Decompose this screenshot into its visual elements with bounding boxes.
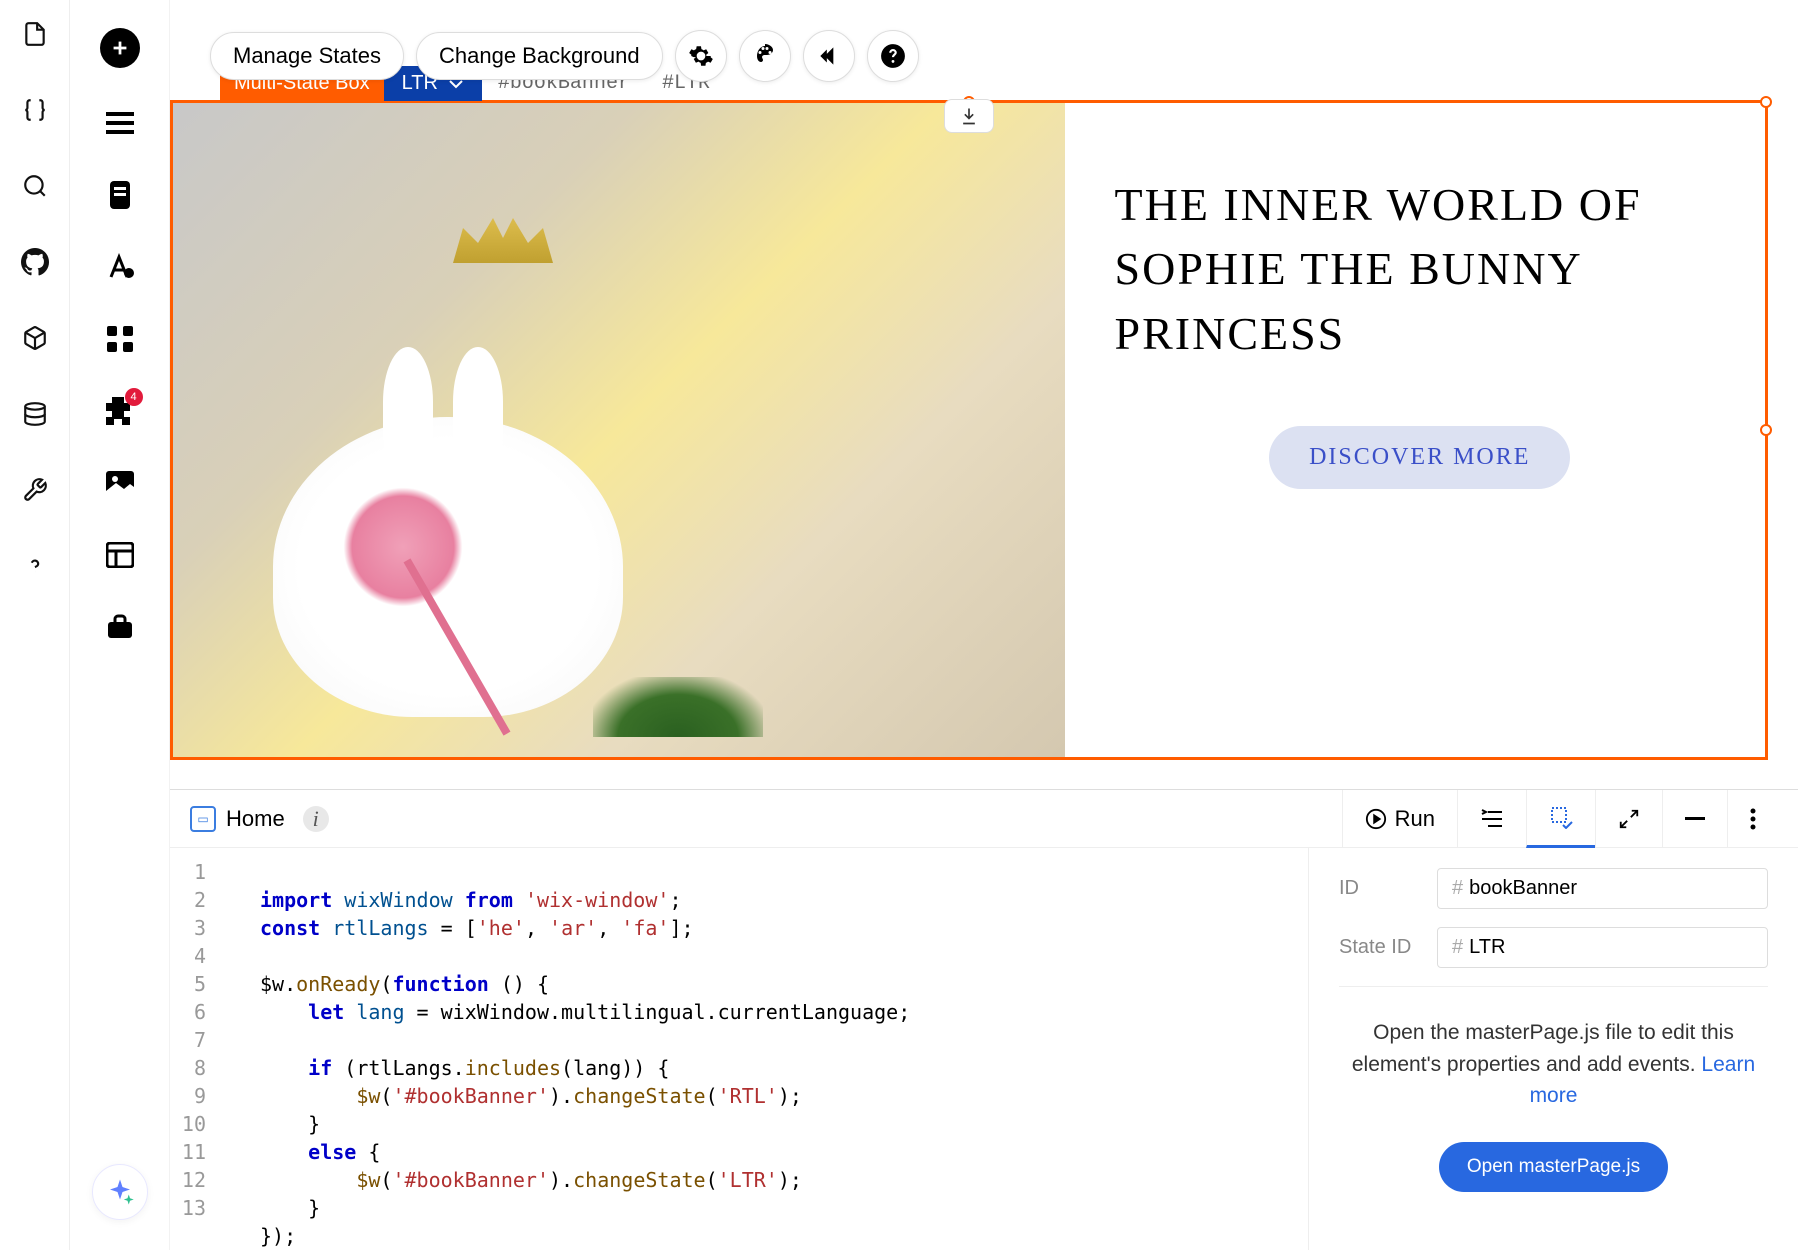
github-icon[interactable] [19,246,51,278]
manage-states-button[interactable]: Manage States [210,32,404,80]
cms-icon[interactable] [103,538,137,572]
properties-panel: ID #bookBanner State ID #LTR Open the ma… [1308,848,1798,1250]
notification-badge: 4 [125,388,143,406]
file-icon[interactable] [19,18,51,50]
section-icon[interactable] [103,106,137,140]
discover-more-button[interactable]: DISCOVER MORE [1269,426,1570,489]
apps-icon[interactable] [103,322,137,356]
id-input[interactable]: #bookBanner [1437,868,1768,909]
code-panel-header: ▭ Home i Run [170,790,1798,848]
change-background-button[interactable]: Change Background [416,32,663,80]
more-icon[interactable] [1727,790,1778,848]
properties-icon[interactable] [1526,790,1595,848]
format-icon[interactable] [1457,790,1526,848]
code-editor[interactable]: 12345678910111213 import wixWindow from … [170,848,1308,1250]
package-icon[interactable] [19,322,51,354]
plugins-icon[interactable]: 4 [103,394,137,428]
code-panel: ▭ Home i Run 12345678910111213 [170,789,1798,1250]
multi-state-box-element[interactable]: THE INNER WORLD OF SOPHIE THE BUNNY PRIN… [170,100,1768,760]
design-icon[interactable] [739,30,791,82]
add-button[interactable] [100,28,140,68]
element-toolbar: Manage States Change Background [210,30,919,82]
line-gutter: 12345678910111213 [170,858,220,1250]
ai-assistant-button[interactable] [92,1164,148,1220]
banner-title: THE INNER WORLD OF SOPHIE THE BUNNY PRIN… [1115,173,1725,366]
banner-text-area: THE INNER WORLD OF SOPHIE THE BUNNY PRIN… [1065,103,1765,757]
braces-icon[interactable] [19,94,51,126]
editor-rail: 4 [70,0,170,1250]
media-icon[interactable] [103,466,137,500]
settings-icon[interactable] [675,30,727,82]
database-icon[interactable] [19,398,51,430]
business-icon[interactable] [103,610,137,644]
minimize-icon[interactable] [1662,790,1727,848]
file-tab[interactable]: ▭ Home i [190,806,329,832]
state-id-input[interactable]: #LTR [1437,927,1768,968]
help-icon[interactable] [867,30,919,82]
theme-icon[interactable] [103,250,137,284]
search-icon[interactable] [19,170,51,202]
download-icon[interactable] [944,99,994,133]
page-icon[interactable] [103,178,137,212]
editor-canvas[interactable]: Manage States Change Background Multi-St… [170,0,1798,789]
animation-icon[interactable] [803,30,855,82]
ide-rail [0,0,70,1250]
expand-icon[interactable] [1595,790,1662,848]
banner-image [173,103,1065,757]
file-type-icon: ▭ [190,806,216,832]
run-button[interactable]: Run [1342,790,1457,848]
properties-message: Open the masterPage.js file to edit this… [1339,1017,1768,1112]
info-icon[interactable]: i [303,806,329,832]
code-content[interactable]: import wixWindow from 'wix-window'; cons… [220,858,1308,1250]
resize-handle[interactable] [1760,96,1772,108]
wrench-icon[interactable] [19,474,51,506]
state-id-label: State ID [1339,936,1419,959]
open-masterpage-button[interactable]: Open masterPage.js [1439,1142,1668,1192]
resize-handle[interactable] [1760,424,1772,436]
file-name: Home [226,806,285,832]
help-icon[interactable] [19,550,51,582]
id-label: ID [1339,877,1419,900]
